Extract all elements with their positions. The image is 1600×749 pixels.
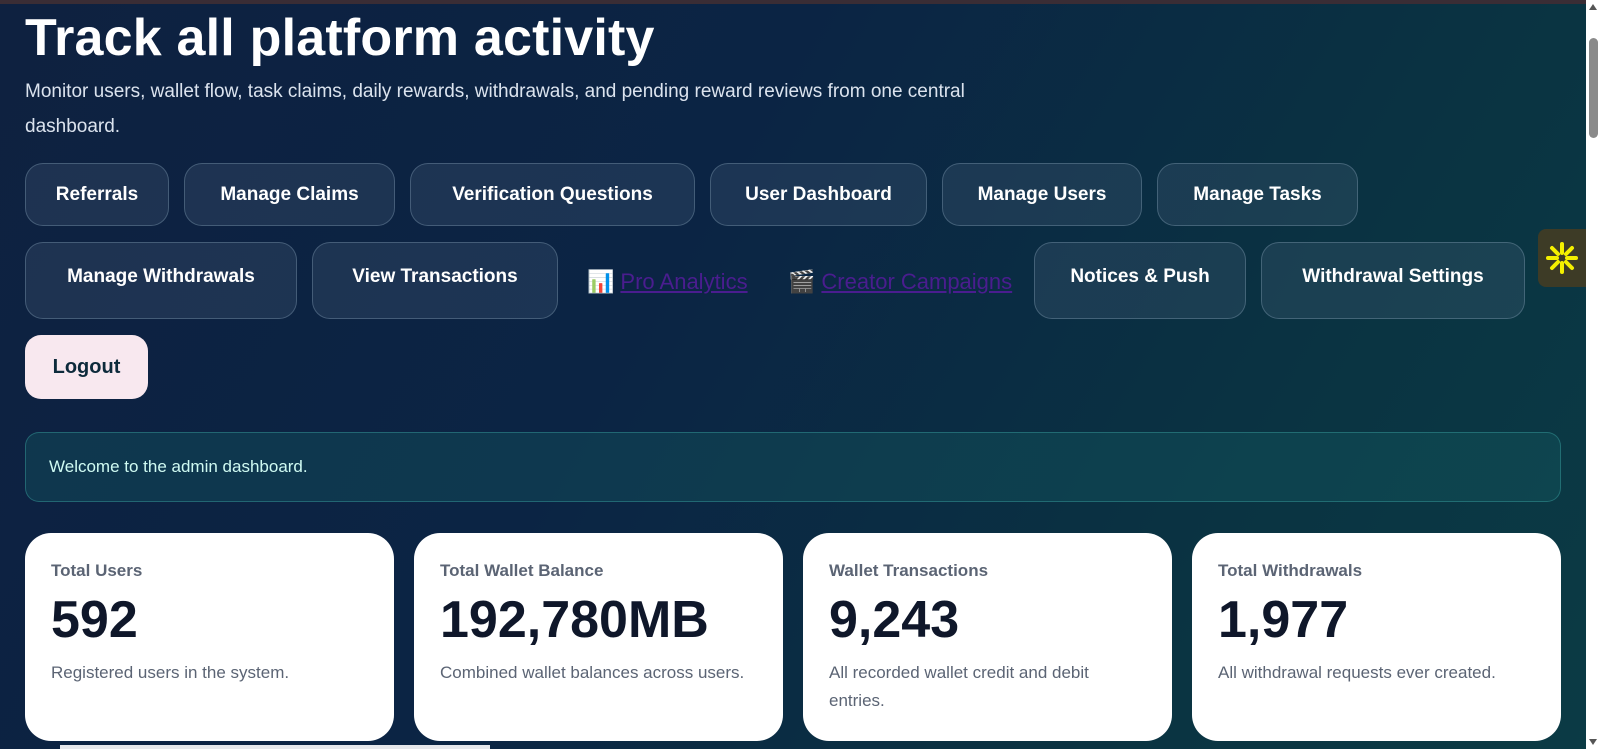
page-title: Track all platform activity bbox=[25, 9, 655, 67]
bar-chart-icon: 📊 bbox=[587, 269, 615, 294]
floating-widget-button[interactable] bbox=[1538, 229, 1586, 287]
page-subtitle: Monitor users, wallet flow, task claims,… bbox=[25, 81, 965, 137]
scrollbar-thumb[interactable] bbox=[1589, 38, 1598, 138]
nav-pro-analytics-link[interactable]: 📊 Pro Analytics bbox=[587, 269, 748, 295]
nav-referrals-button[interactable]: Referrals bbox=[25, 163, 169, 226]
nav-withdrawal-settings-button[interactable]: Withdrawal Settings bbox=[1261, 242, 1525, 319]
stat-description: Registered users in the system. bbox=[51, 663, 290, 682]
welcome-message: Welcome to the admin dashboard. bbox=[49, 457, 308, 476]
stat-label: Total Withdrawals bbox=[1218, 561, 1363, 580]
bottom-edge-strip bbox=[60, 745, 490, 749]
stat-value: 9,243 bbox=[829, 591, 960, 649]
nav-user-dashboard-button[interactable]: User Dashboard bbox=[710, 163, 927, 226]
stat-description: Combined wallet balances across users. bbox=[440, 663, 745, 682]
stat-description: All withdrawal requests ever created. bbox=[1218, 663, 1496, 682]
stat-card-total-wallet-balance: Total Wallet Balance 192,780MB Combined … bbox=[414, 533, 783, 741]
stat-description: All recorded wallet credit and debit ent… bbox=[829, 663, 1089, 710]
stat-card-total-users: Total Users 592 Registered users in the … bbox=[25, 533, 394, 741]
logout-button[interactable]: Logout bbox=[25, 335, 148, 399]
nav-manage-tasks-button[interactable]: Manage Tasks bbox=[1157, 163, 1358, 226]
creator-campaigns-label: Creator Campaigns bbox=[821, 269, 1013, 294]
stat-value: 592 bbox=[51, 591, 138, 649]
nav-manage-claims-button[interactable]: Manage Claims bbox=[184, 163, 395, 226]
nav-view-transactions-button[interactable]: View Transactions bbox=[312, 242, 558, 319]
stat-value: 1,977 bbox=[1218, 591, 1349, 649]
nav-manage-users-button[interactable]: Manage Users bbox=[942, 163, 1142, 226]
stat-label: Wallet Transactions bbox=[829, 561, 989, 580]
stat-card-wallet-transactions: Wallet Transactions 9,243 All recorded w… bbox=[803, 533, 1172, 741]
nav-manage-withdrawals-button[interactable]: Manage Withdrawals bbox=[25, 242, 297, 319]
nav-verification-questions-button[interactable]: Verification Questions bbox=[410, 163, 695, 226]
stat-card-total-withdrawals: Total Withdrawals 1,977 All withdrawal r… bbox=[1192, 533, 1561, 741]
scroll-up-icon[interactable] bbox=[1589, 4, 1597, 10]
asterisk-burst-icon bbox=[1546, 242, 1578, 274]
stat-label: Total Wallet Balance bbox=[440, 561, 604, 580]
pro-analytics-label: Pro Analytics bbox=[620, 269, 748, 294]
browser-top-edge bbox=[0, 0, 1600, 4]
scroll-down-icon[interactable] bbox=[1589, 739, 1597, 745]
clapperboard-icon: 🎬 bbox=[788, 269, 816, 294]
welcome-alert: Welcome to the admin dashboard. bbox=[25, 432, 1561, 502]
stat-label: Total Users bbox=[51, 561, 143, 580]
vertical-scrollbar[interactable] bbox=[1586, 0, 1600, 749]
nav-notices-push-button[interactable]: Notices & Push bbox=[1034, 242, 1246, 319]
nav-creator-campaigns-link[interactable]: 🎬 Creator Campaigns bbox=[788, 269, 1012, 295]
stat-value: 192,780MB bbox=[440, 591, 709, 649]
